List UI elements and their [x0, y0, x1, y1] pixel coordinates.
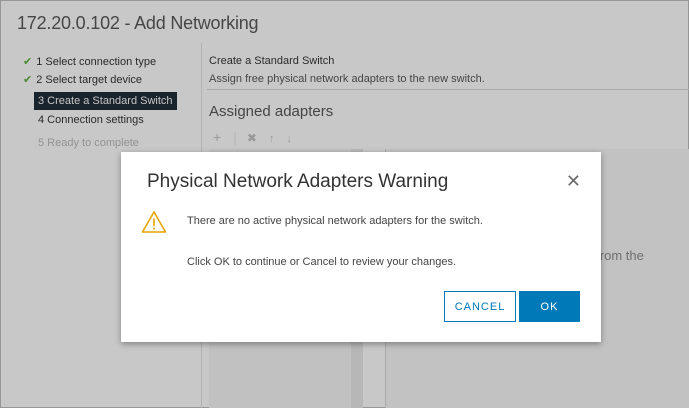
- warning-icon: [141, 211, 167, 233]
- dialog-title: Physical Network Adapters Warning: [147, 171, 449, 192]
- warning-message: There are no active physical network ada…: [187, 215, 483, 227]
- warning-dialog: Physical Network Adapters Warning ✕ Ther…: [121, 152, 601, 342]
- instruction-message: Click OK to continue or Cancel to review…: [187, 256, 457, 268]
- cancel-button[interactable]: CANCEL: [444, 291, 516, 322]
- ok-button[interactable]: OK: [519, 291, 580, 322]
- close-icon[interactable]: ✕: [566, 172, 581, 190]
